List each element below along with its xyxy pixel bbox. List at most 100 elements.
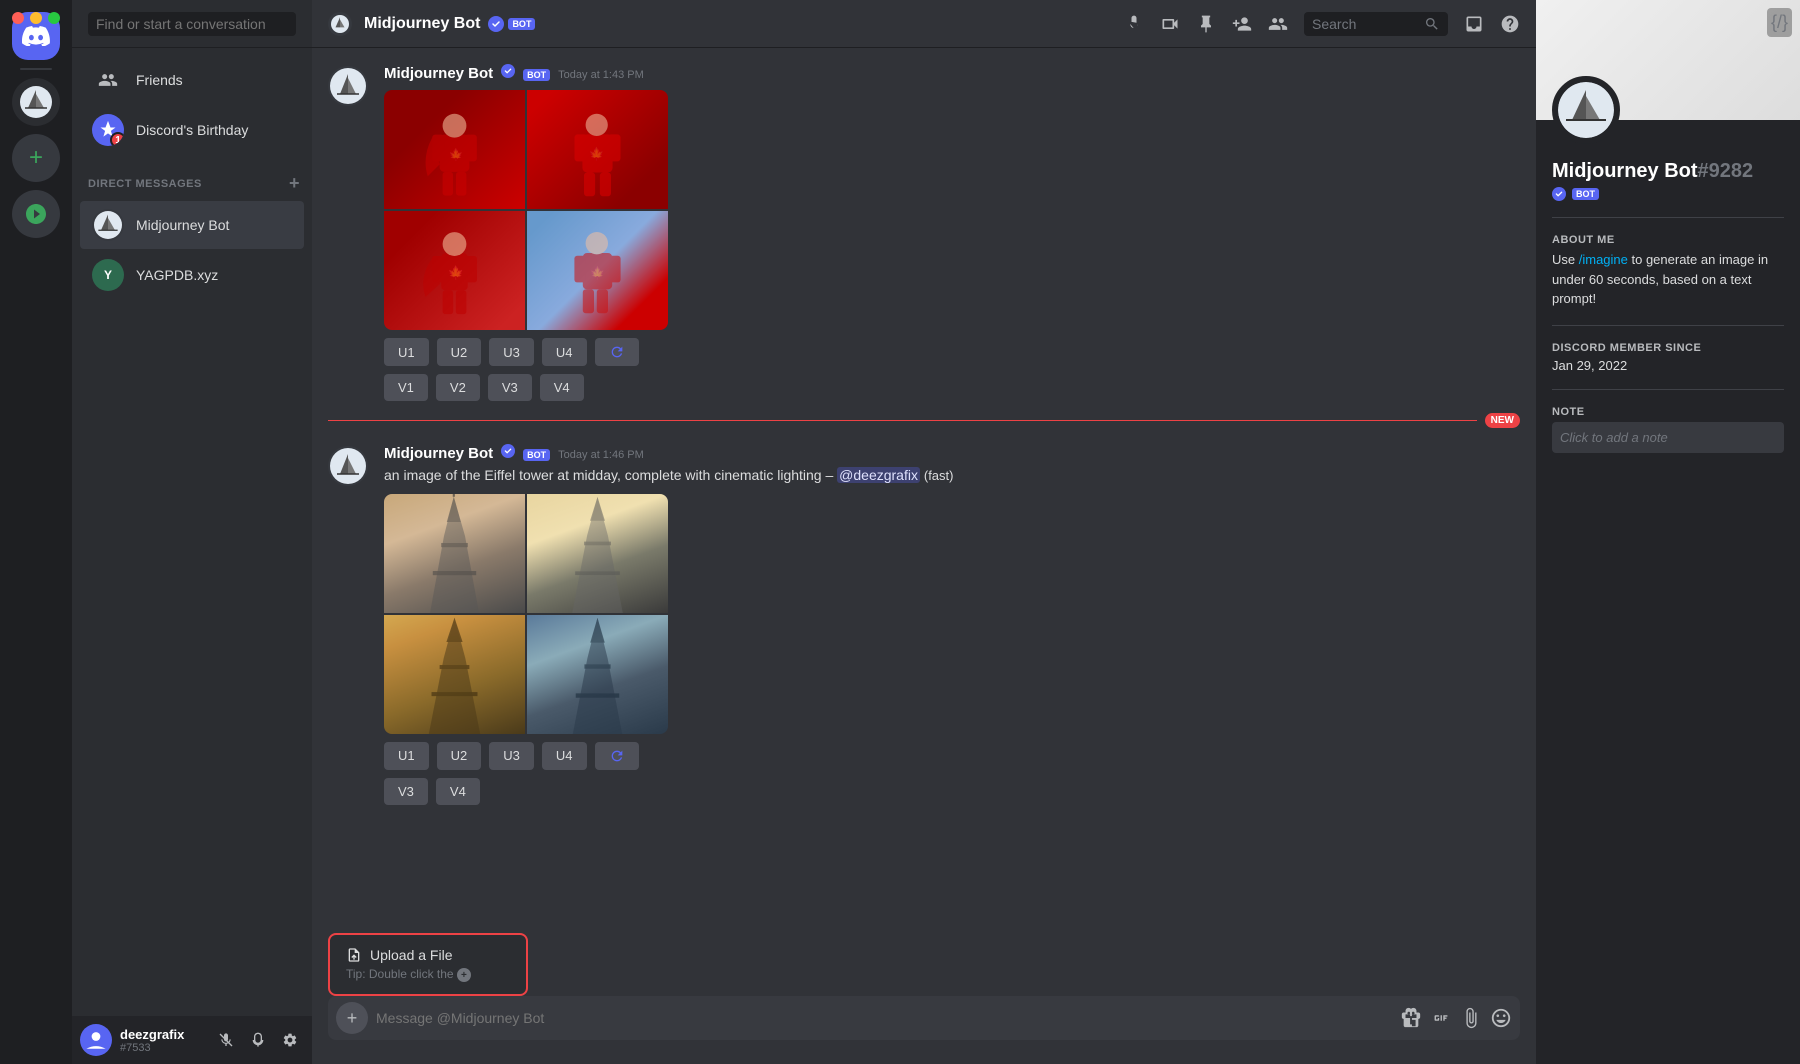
timestamp-1: Today at 1:43 PM — [558, 69, 644, 81]
eiffel-upscale-1[interactable]: U1 — [384, 742, 429, 770]
eiffel-upscale-4[interactable]: U4 — [542, 742, 587, 770]
add-dm-button[interactable]: + — [285, 171, 304, 196]
verified-icon-2 — [501, 444, 515, 458]
eiffel-img-1 — [384, 494, 525, 613]
member-since-title: DISCORD MEMBER SINCE — [1552, 342, 1784, 354]
mute-button[interactable] — [212, 1026, 240, 1054]
close-button[interactable] — [12, 12, 24, 24]
message-input[interactable] — [376, 1010, 1392, 1026]
server-avatar-1[interactable] — [12, 78, 60, 126]
message-group-canada: Midjourney Bot BOT Today at 1:43 PM — [312, 48, 1536, 405]
action-buttons-1-row2: V1 V2 V3 V4 — [384, 374, 1520, 401]
profile-code-button[interactable]: {/} — [1767, 8, 1792, 37]
dm-sidebar: Friends 1 Discord's Birthday DIRECT MESS… — [72, 0, 312, 1064]
eiffel-upscale-2[interactable]: U2 — [437, 742, 482, 770]
svg-text:🍁: 🍁 — [448, 265, 464, 280]
user-panel-info: deezgrafix #7533 — [120, 1027, 204, 1054]
inbox-button[interactable] — [1464, 14, 1484, 34]
eiffel-image-grid — [384, 494, 668, 734]
eiffel-variation-4[interactable]: V4 — [436, 778, 480, 805]
sidebar-item-friends[interactable]: Friends — [80, 56, 304, 104]
profile-body: Midjourney Bot#9282 BOT ABOUT ME Use /im… — [1536, 120, 1800, 469]
note-title: NOTE — [1552, 406, 1784, 418]
settings-button[interactable] — [276, 1026, 304, 1054]
eiffel-variation-3[interactable]: V3 — [384, 778, 428, 805]
action-buttons-1-row1: U1 U2 U3 U4 — [384, 338, 1520, 366]
svg-text:🍁: 🍁 — [589, 146, 605, 161]
member-since-date: Jan 29, 2022 — [1552, 358, 1784, 373]
bot-badge: BOT — [508, 18, 535, 30]
chat-header: Midjourney Bot BOT — [312, 0, 1536, 48]
message-input-box: + — [328, 996, 1520, 1040]
pin-button[interactable] — [1196, 14, 1216, 34]
refresh-button-1[interactable] — [595, 338, 639, 366]
profile-bot-badge: BOT — [1572, 188, 1599, 200]
upscale-3-button[interactable]: U3 — [489, 338, 534, 366]
search-input-header[interactable]: Search — [1304, 12, 1448, 36]
svg-text:🍁: 🍁 — [449, 147, 464, 161]
gift-button[interactable] — [1400, 1007, 1422, 1029]
upscale-2-button[interactable]: U2 — [437, 338, 482, 366]
add-friend-button[interactable] — [1232, 14, 1252, 34]
messages-scroll[interactable]: Midjourney Bot BOT Today at 1:43 PM — [312, 48, 1536, 996]
upload-popup-tip: Tip: Double click the + — [346, 967, 510, 983]
midjourney-message-avatar-2 — [328, 446, 368, 486]
profile-avatar-container — [1552, 76, 1620, 144]
canada-img-1: 🍁 — [384, 90, 525, 209]
variation-2-button[interactable]: V2 — [436, 374, 480, 401]
find-conversation-input[interactable] — [88, 12, 296, 36]
maximize-button[interactable] — [48, 12, 60, 24]
action-buttons-2-row2: V3 V4 — [384, 778, 1520, 805]
verified-icon-1 — [501, 64, 515, 78]
friends-label: Friends — [136, 72, 183, 88]
message-content-2: Midjourney Bot BOT Today at 1:46 PM an i… — [384, 444, 1520, 805]
imagine-link[interactable]: /imagine — [1579, 252, 1628, 267]
member-since-section: DISCORD MEMBER SINCE Jan 29, 2022 — [1552, 342, 1784, 373]
member-list-button[interactable] — [1268, 14, 1288, 34]
new-badge: NEW — [1485, 413, 1520, 428]
variation-1-button[interactable]: V1 — [384, 374, 428, 401]
note-input[interactable]: Click to add a note — [1552, 422, 1784, 453]
profile-panel: {/} Midjourney Bot#9282 BOT ABOUT ME Use… — [1536, 0, 1800, 1064]
video-call-button[interactable] — [1160, 14, 1180, 34]
bot-badge-1: BOT — [523, 69, 550, 81]
upload-popup-title: Upload a File — [346, 947, 510, 963]
variation-3-button[interactable]: V3 — [488, 374, 532, 401]
upscale-1-button[interactable]: U1 — [384, 338, 429, 366]
deafen-button[interactable] — [244, 1026, 272, 1054]
mute-call-button[interactable] — [1124, 14, 1144, 34]
midjourney-message-avatar-1 — [328, 66, 368, 106]
minimize-button[interactable] — [30, 12, 42, 24]
eiffel-refresh-button[interactable] — [595, 742, 639, 770]
variation-4-button[interactable]: V4 — [540, 374, 584, 401]
plus-button[interactable]: + — [336, 1002, 368, 1034]
sidebar-item-yagpdb[interactable]: Y YAGPDB.xyz — [80, 251, 304, 299]
message-author-2: Midjourney Bot — [384, 445, 493, 462]
help-button[interactable] — [1500, 14, 1520, 34]
profile-banner: {/} — [1536, 0, 1800, 120]
note-section: NOTE Click to add a note — [1552, 406, 1784, 453]
upscale-4-button[interactable]: U4 — [542, 338, 587, 366]
plus-circle-icon: + — [457, 968, 471, 982]
sidebar-item-discord-birthday[interactable]: 1 Discord's Birthday — [80, 106, 304, 154]
emoji-button[interactable] — [1490, 1007, 1512, 1029]
eiffel-upscale-3[interactable]: U3 — [489, 742, 534, 770]
friends-icon — [92, 64, 124, 96]
user-panel-tag: #7533 — [120, 1042, 204, 1054]
add-server-button[interactable]: + — [12, 134, 60, 182]
user-panel-name: deezgrafix — [120, 1027, 204, 1042]
gif-button[interactable] — [1430, 1007, 1452, 1029]
canada-img-2: 🍁 — [527, 90, 668, 209]
attachment-button[interactable] — [1460, 1007, 1482, 1029]
explore-button[interactable] — [12, 190, 60, 238]
user-panel-avatar — [80, 1024, 112, 1056]
upload-popup: Upload a File Tip: Double click the + — [328, 933, 528, 997]
notification-badge-birthday: 1 — [110, 132, 124, 146]
timestamp-2: Today at 1:46 PM — [558, 449, 644, 461]
profile-avatar — [1552, 76, 1620, 144]
about-me-text: Use /imagine to generate an image in und… — [1552, 250, 1784, 309]
sidebar-item-midjourney[interactable]: Midjourney Bot — [80, 201, 304, 249]
message-header-2: Midjourney Bot BOT Today at 1:46 PM — [384, 444, 1520, 462]
chat-header-title: Midjourney Bot BOT — [364, 15, 535, 33]
search-bar[interactable] — [72, 0, 312, 48]
